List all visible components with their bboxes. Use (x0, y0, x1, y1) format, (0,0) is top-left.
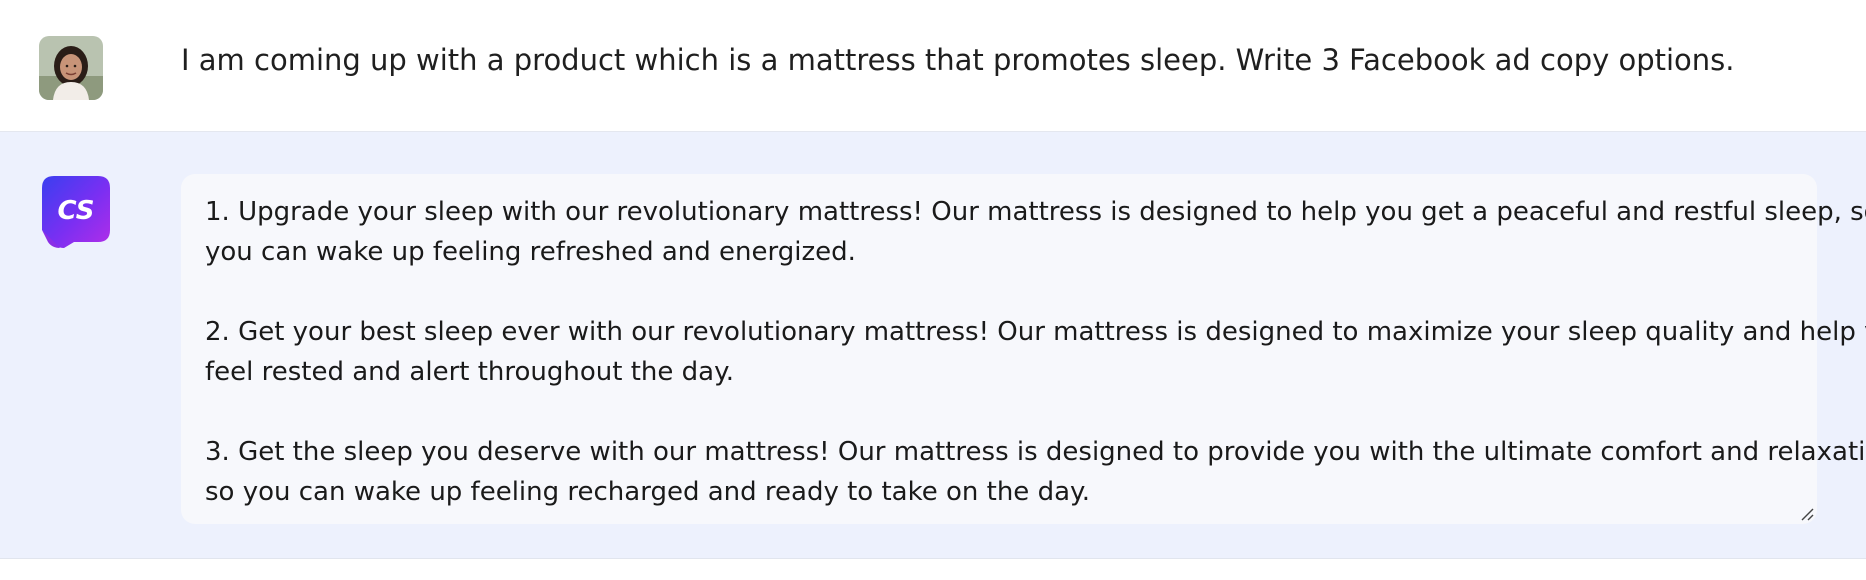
copysmith-logo-icon: CS (42, 176, 110, 248)
user-avatar-icon (39, 36, 103, 100)
response-textarea[interactable]: 1. Upgrade your sleep with our revolutio… (181, 174, 1866, 524)
user-message-row: I am coming up with a product which is a… (0, 0, 1866, 132)
ad-copy-option-2: 2. Get your best sleep ever with our rev… (205, 312, 1866, 392)
assistant-message-row: CS 1. Upgrade your sleep with our revolu… (0, 132, 1866, 559)
chat-thread: I am coming up with a product which is a… (0, 0, 1866, 580)
ad-copy-option-1: 1. Upgrade your sleep with our revolutio… (205, 192, 1866, 272)
ad-copy-line: 3. Get the sleep you deserve with our ma… (205, 437, 1866, 467)
ad-copy-line: you can wake up feeling refreshed and en… (205, 237, 856, 267)
ad-copy-line: 2. Get your best sleep ever with our rev… (205, 317, 1866, 347)
ad-copy-line: so you can wake up feeling recharged and… (205, 477, 1090, 507)
bot-logo: CS (42, 176, 110, 248)
ad-copy-line: feel rested and alert throughout the day… (205, 357, 735, 387)
bot-logo-text: CS (58, 196, 95, 226)
ad-copy-line: 1. Upgrade your sleep with our revolutio… (205, 197, 1866, 227)
user-message-text: I am coming up with a product which is a… (181, 43, 1735, 77)
resize-grip-icon[interactable] (1799, 506, 1815, 522)
user-avatar (39, 36, 103, 100)
bottom-spacer (0, 559, 1866, 580)
ad-copy-option-3: 3. Get the sleep you deserve with our ma… (205, 432, 1866, 512)
